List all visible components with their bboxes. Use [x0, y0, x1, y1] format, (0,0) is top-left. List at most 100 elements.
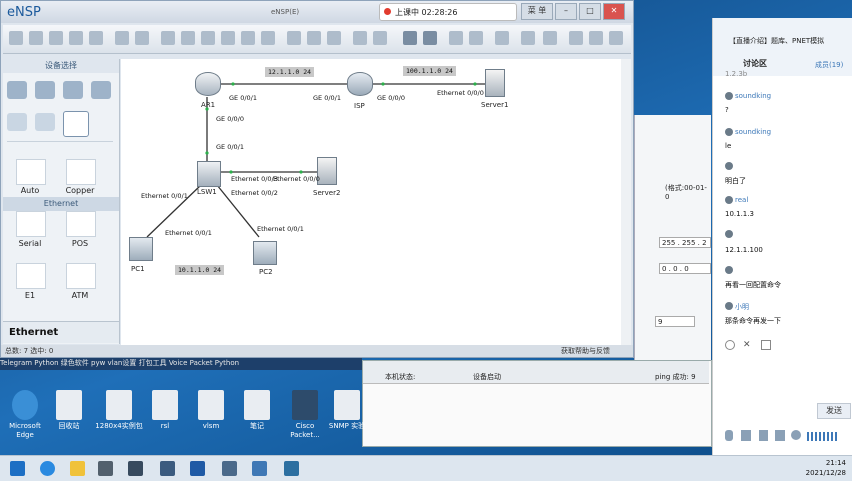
- music-icon[interactable]: [759, 430, 768, 441]
- pc1-icon[interactable]: [129, 237, 153, 261]
- file-explorer-icon[interactable]: [70, 461, 85, 476]
- emoji-icon[interactable]: [791, 430, 801, 440]
- desktop-icon-edge[interactable]: Microsoft Edge: [0, 390, 50, 440]
- close-icon[interactable]: ✕: [743, 340, 751, 350]
- desktop-icon-file[interactable]: rsl: [140, 390, 190, 431]
- help-icon[interactable]: [609, 31, 623, 45]
- ping-count-field[interactable]: 9: [655, 316, 695, 327]
- huawei-icon[interactable]: [589, 31, 603, 45]
- send-button[interactable]: 发送: [817, 403, 851, 419]
- volume-meter: [807, 432, 839, 441]
- delete-icon[interactable]: [201, 31, 215, 45]
- capture-icon[interactable]: [449, 31, 463, 45]
- new-topology-icon[interactable]: [9, 31, 23, 45]
- recording-indicator[interactable]: 上课中 02:28:26: [379, 3, 517, 21]
- desktop-icon-recycle[interactable]: 回收站: [44, 390, 94, 431]
- topology-icon[interactable]: [469, 31, 483, 45]
- desktop-icon-file[interactable]: SNMP 实验: [322, 390, 372, 431]
- close-icon[interactable]: ✕: [603, 3, 625, 20]
- switch-lsw1-icon[interactable]: [197, 161, 221, 187]
- cable-label: Copper: [65, 186, 95, 195]
- microphone-icon[interactable]: [725, 430, 733, 441]
- topology-canvas[interactable]: AR1 ISP Server1 LSW1 Server2 PC1 PC2 12.…: [121, 59, 631, 345]
- move-icon[interactable]: [181, 31, 195, 45]
- file-icon: [106, 390, 132, 420]
- screen-share-icon[interactable]: [775, 430, 785, 441]
- cable-category-icon[interactable]: [63, 111, 89, 137]
- zoom-in-icon[interactable]: [287, 31, 301, 45]
- vbox-icon[interactable]: [222, 461, 237, 476]
- platform-icon[interactable]: [543, 31, 557, 45]
- serial-cable-icon[interactable]: [16, 211, 46, 237]
- atm-cable-icon[interactable]: [66, 263, 96, 289]
- help-feedback-link[interactable]: 获取帮助与反馈: [561, 346, 610, 356]
- ensp-taskbar-icon[interactable]: [160, 461, 175, 476]
- e1-cable-icon[interactable]: [16, 263, 46, 289]
- settings-icon[interactable]: [725, 340, 735, 350]
- cisco-packet-tracer-icon: [292, 390, 318, 420]
- print-icon[interactable]: [89, 31, 103, 45]
- select-icon[interactable]: [161, 31, 175, 45]
- maximize-icon[interactable]: □: [579, 3, 601, 20]
- chat-message: 明白了: [725, 177, 746, 185]
- layout-icon[interactable]: [373, 31, 387, 45]
- text-icon[interactable]: [241, 31, 255, 45]
- router-isp-icon[interactable]: [347, 72, 373, 96]
- stop-all-icon[interactable]: [423, 31, 437, 45]
- image-icon[interactable]: [761, 340, 771, 350]
- network-tool-icon[interactable]: [284, 461, 299, 476]
- pc-category-icon[interactable]: [7, 113, 27, 131]
- forum-icon[interactable]: [569, 31, 583, 45]
- desktop-icon-file[interactable]: vlsm: [186, 390, 236, 431]
- chat-username: 小明: [735, 303, 749, 311]
- gateway-field[interactable]: 0 . 0 . 0: [659, 263, 711, 274]
- start-icon[interactable]: [10, 461, 25, 476]
- settings-icon[interactable]: [521, 31, 535, 45]
- device-label-lsw1: LSW1: [197, 188, 217, 196]
- pc2-icon[interactable]: [253, 241, 277, 265]
- system-clock[interactable]: 21:14 2021/12/28: [806, 458, 846, 478]
- chat-title[interactable]: 【直播介绍】题库、PNET模拟: [729, 36, 824, 46]
- open-icon[interactable]: [29, 31, 43, 45]
- fit-icon[interactable]: [327, 31, 341, 45]
- minimize-icon[interactable]: –: [555, 3, 577, 20]
- switch-category-icon[interactable]: [35, 81, 55, 99]
- save-as-icon[interactable]: [69, 31, 83, 45]
- undo-icon[interactable]: [115, 31, 129, 45]
- copper-cable-icon[interactable]: [66, 159, 96, 185]
- desktop-icon-file[interactable]: 1280x4实例包: [94, 390, 144, 431]
- file-icon: [152, 390, 178, 420]
- tab-members[interactable]: 成员(19): [815, 60, 843, 70]
- router-ar1-icon[interactable]: [195, 72, 221, 96]
- firewall-category-icon[interactable]: [91, 81, 111, 99]
- settings-icon[interactable]: [190, 461, 205, 476]
- speaker-icon[interactable]: [741, 430, 751, 441]
- media-icon[interactable]: [98, 461, 113, 476]
- delete-all-icon[interactable]: [221, 31, 235, 45]
- device-label-pc2: PC2: [259, 268, 273, 276]
- palette-icon[interactable]: [261, 31, 275, 45]
- zoom-out-icon[interactable]: [307, 31, 321, 45]
- router-category-icon[interactable]: [7, 81, 27, 99]
- cloud-category-icon[interactable]: [35, 113, 55, 131]
- auto-cable-icon[interactable]: [16, 159, 46, 185]
- grid-icon[interactable]: [353, 31, 367, 45]
- desktop-icon-file[interactable]: 笔记: [232, 390, 282, 431]
- cli-icon[interactable]: [495, 31, 509, 45]
- save-icon[interactable]: [49, 31, 63, 45]
- start-all-icon[interactable]: [403, 31, 417, 45]
- chart-icon[interactable]: [252, 461, 267, 476]
- redo-icon[interactable]: [135, 31, 149, 45]
- pos-cable-icon[interactable]: [66, 211, 96, 237]
- port-label: GE 0/0/0: [216, 115, 244, 123]
- edge-icon[interactable]: [40, 461, 55, 476]
- menu-button[interactable]: 菜 单: [521, 3, 553, 20]
- server2-icon[interactable]: [317, 157, 337, 185]
- app-icon[interactable]: [128, 461, 143, 476]
- wlan-category-icon[interactable]: [63, 81, 83, 99]
- subnet-mask-field[interactable]: 255 . 255 . 2: [659, 237, 711, 248]
- vertical-scrollbar[interactable]: [621, 59, 631, 345]
- server1-icon[interactable]: [485, 69, 505, 97]
- tab-discussion[interactable]: 讨论区: [743, 58, 767, 69]
- status-bar: 总数: 7 选中: 0 获取帮助与反馈: [1, 345, 633, 357]
